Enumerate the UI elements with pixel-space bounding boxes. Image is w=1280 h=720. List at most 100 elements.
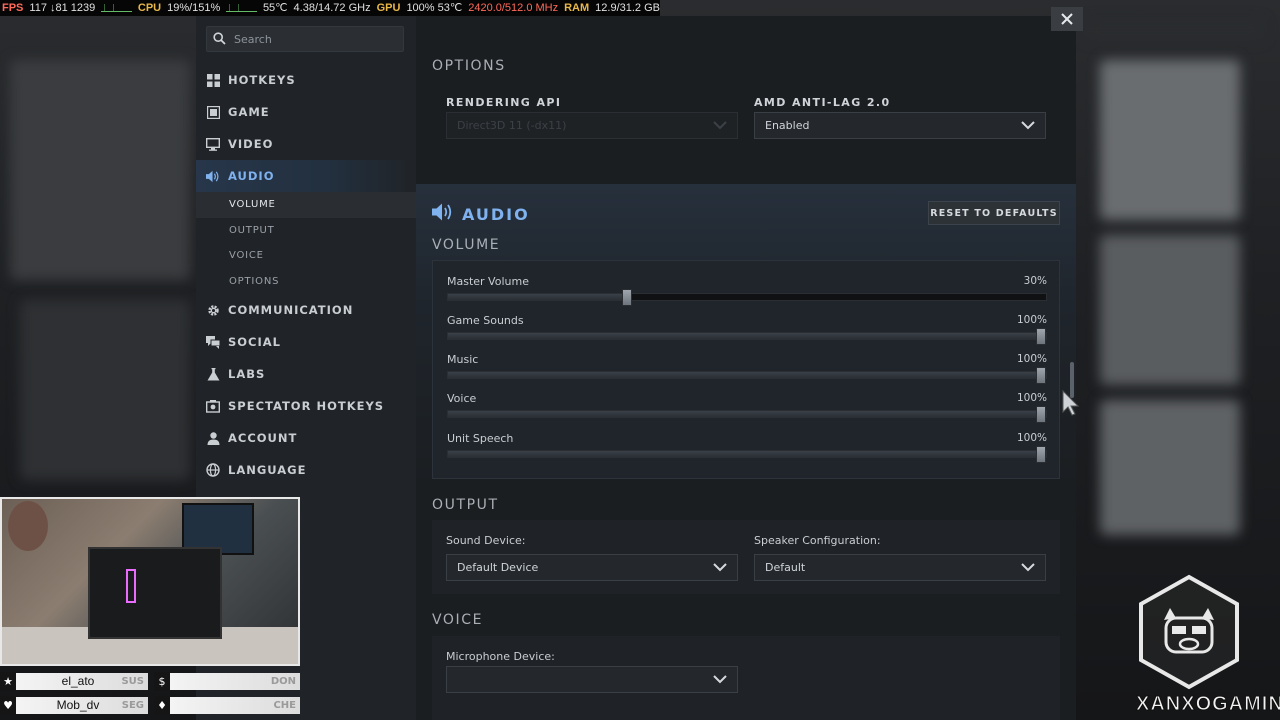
- sidebar-subitem-options[interactable]: OPTIONS: [196, 269, 416, 295]
- output-heading: OUTPUT: [432, 497, 499, 513]
- performance-overlay: FPS 117 ↓81 1239 CPU 19%/151% 55℃ 4.38/1…: [0, 0, 660, 16]
- slider-thumb[interactable]: [1036, 446, 1046, 463]
- sidebar-item-social[interactable]: SOCIAL: [196, 326, 416, 358]
- vote-row-1: ★ el_ato SUS: [0, 672, 148, 691]
- anti-lag-label: AMD ANTI-LAG 2.0: [754, 96, 891, 109]
- slider-fill: [448, 372, 1046, 378]
- sidebar-item-account[interactable]: ACCOUNT: [196, 422, 416, 454]
- slider-track[interactable]: [447, 289, 1047, 306]
- diamond-icon: ♦: [154, 696, 170, 715]
- keyboard-icon: [206, 73, 220, 87]
- slider-thumb[interactable]: [1036, 328, 1046, 345]
- chevron-down-icon: [713, 120, 727, 133]
- sidebar-item-label: HOTKEYS: [228, 73, 296, 87]
- speaker-icon: [432, 203, 454, 225]
- reset-to-defaults-button[interactable]: RESET TO DEFAULTS: [928, 201, 1060, 225]
- gear-icon: [206, 303, 220, 317]
- slider-master-volume: Master Volume 30%: [447, 275, 1047, 314]
- chevron-down-icon: [1021, 120, 1035, 133]
- settings-nav: HOTKEYS GAME VIDEO AUDIO VOLUME OUTPUT V…: [196, 64, 416, 486]
- slider-thumb[interactable]: [622, 289, 633, 306]
- volume-heading: VOLUME: [432, 237, 501, 253]
- ram-label: RAM: [564, 2, 590, 14]
- vote-tag: DON: [270, 676, 296, 687]
- slider-music: Music 100%: [447, 353, 1047, 392]
- dollar-icon: $: [154, 672, 170, 691]
- cpu-graph-icon: [226, 4, 257, 12]
- slider-track[interactable]: [447, 446, 1047, 463]
- vote-tag: SUS: [121, 676, 144, 687]
- close-button[interactable]: [1051, 7, 1083, 31]
- voice-panel: Microphone Device:: [432, 636, 1060, 720]
- vote-box: DON: [170, 673, 300, 690]
- search-box[interactable]: [206, 26, 404, 52]
- speaker-icon: [206, 169, 220, 183]
- slider-track[interactable]: [447, 328, 1047, 345]
- cpu-label: CPU: [137, 2, 162, 14]
- flask-icon: [206, 367, 220, 381]
- anti-lag-select[interactable]: Enabled: [754, 112, 1046, 139]
- webcam-pc-case: [88, 547, 222, 639]
- sidebar-subitem-output[interactable]: OUTPUT: [196, 218, 416, 244]
- close-icon: [1061, 10, 1073, 29]
- slider-value: 30%: [1023, 275, 1047, 287]
- vote-box: el_ato SUS: [16, 673, 148, 690]
- chevron-down-icon: [1021, 562, 1035, 575]
- sidebar-item-language[interactable]: LANGUAGE: [196, 454, 416, 486]
- slider-track[interactable]: [447, 367, 1047, 384]
- sidebar-item-hotkeys[interactable]: HOTKEYS: [196, 64, 416, 96]
- audio-title-text: AUDIO: [462, 204, 530, 224]
- sound-device-label: Sound Device:: [446, 534, 526, 547]
- slider-track[interactable]: [447, 406, 1047, 423]
- slider-label: Music: [447, 353, 479, 366]
- game-icon: [206, 105, 220, 119]
- slider-label: Unit Speech: [447, 432, 514, 445]
- sidebar-item-video[interactable]: VIDEO: [196, 128, 416, 160]
- speaker-config-label: Speaker Configuration:: [754, 534, 881, 547]
- search-input[interactable]: [232, 31, 392, 47]
- sidebar-item-audio[interactable]: AUDIO: [196, 160, 416, 192]
- sidebar-item-label: GAME: [228, 105, 270, 119]
- person-icon: [206, 431, 220, 445]
- vote-row-4: ♦ CHE: [154, 696, 300, 715]
- cpu-value: 19%/151%: [167, 2, 221, 14]
- sound-device-select[interactable]: Default Device: [446, 554, 738, 581]
- sidebar-item-labs[interactable]: LABS: [196, 358, 416, 390]
- voice-heading: VOICE: [432, 612, 484, 628]
- sidebar-subitem-voice[interactable]: VOICE: [196, 243, 416, 269]
- sidebar-item-communication[interactable]: COMMUNICATION: [196, 294, 416, 326]
- sidebar-item-game[interactable]: GAME: [196, 96, 416, 128]
- sidebar-item-label: ACCOUNT: [228, 431, 298, 445]
- options-heading: OPTIONS: [432, 58, 506, 74]
- sidebar-item-label: LABS: [228, 367, 266, 381]
- audio-section-title: AUDIO: [432, 203, 530, 225]
- speaker-config-select[interactable]: Default: [754, 554, 1046, 581]
- sidebar-item-spectator-hotkeys[interactable]: SPECTATOR HOTKEYS: [196, 390, 416, 422]
- slider-unit-speech: Unit Speech 100%: [447, 432, 1047, 471]
- volume-panel: Master Volume 30% Game Sounds 100% Music…: [432, 260, 1060, 479]
- slider-value: 100%: [1016, 353, 1047, 365]
- slider-value: 100%: [1016, 314, 1047, 326]
- output-panel: Sound Device: Default Device Speaker Con…: [432, 520, 1060, 594]
- chat-icon: [206, 335, 220, 349]
- sidebar-subitem-volume[interactable]: VOLUME: [196, 192, 416, 218]
- ram-value: 12.9/31.2 GB: [595, 2, 660, 14]
- chevron-down-icon: [713, 562, 727, 575]
- xanxogaming-logo-icon: [1136, 574, 1242, 694]
- pc-light-icon: [126, 569, 136, 603]
- vote-box: CHE: [170, 697, 300, 714]
- gpu-value: 100% 53℃: [406, 2, 463, 14]
- rendering-api-label: RENDERING API: [446, 96, 562, 109]
- fps-label: FPS: [2, 2, 24, 14]
- slider-label: Voice: [447, 392, 477, 405]
- globe-icon: [206, 463, 220, 477]
- microphone-select[interactable]: [446, 666, 738, 693]
- cpu-temp: 55℃: [262, 2, 288, 14]
- anti-lag-value: Enabled: [765, 119, 810, 132]
- slider-thumb[interactable]: [1036, 367, 1046, 384]
- camera-icon: [206, 399, 220, 413]
- sidebar-item-label: SOCIAL: [228, 335, 282, 349]
- slider-fill: [448, 411, 1046, 417]
- chevron-down-icon: [713, 674, 727, 687]
- slider-thumb[interactable]: [1036, 406, 1046, 423]
